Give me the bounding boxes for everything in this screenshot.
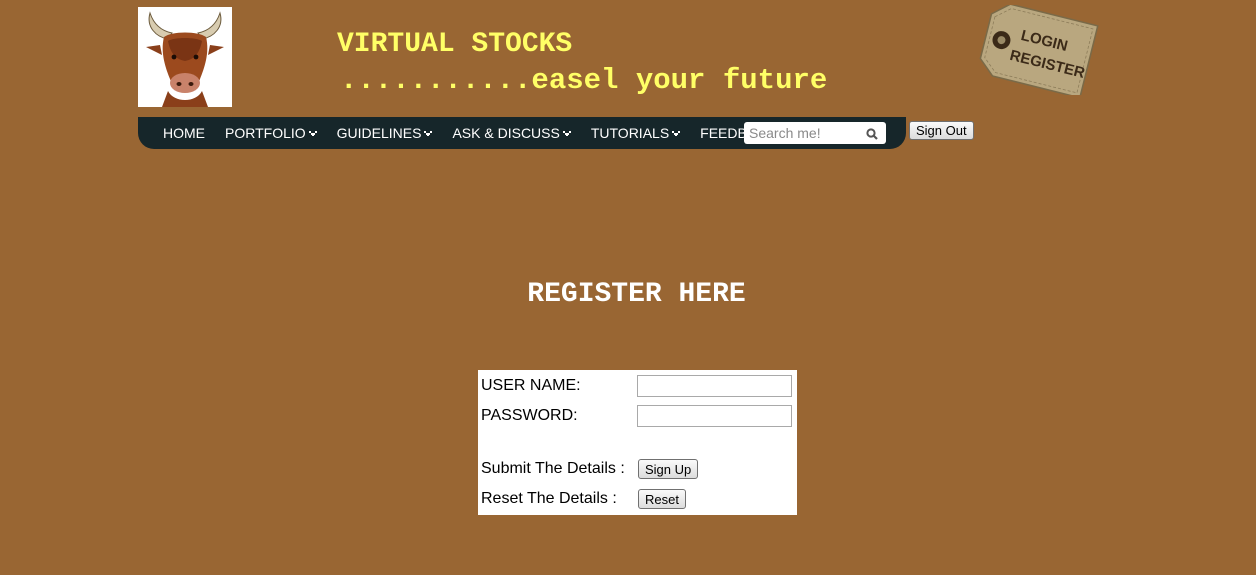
page-title: REGISTER HERE (527, 279, 746, 310)
login-register-tag[interactable]: LOGIN REGISTER (966, 3, 1100, 99)
nav-item-guidelines[interactable]: GUIDELINES (337, 125, 433, 141)
username-label: USER NAME: (481, 377, 581, 394)
nav-item-tutorials[interactable]: TUTORIALS (590, 125, 681, 141)
site-title: VIRTUAL STOCKS (337, 29, 573, 60)
main-navbar: HOME PORTFOLIO GUIDELINES ASK & DISCUSS (138, 117, 906, 149)
search-box (744, 122, 886, 144)
reset-label: Reset The Details : (481, 490, 617, 507)
nav-item-label: HOME (163, 125, 205, 141)
sign-out-button[interactable]: Sign Out (909, 121, 974, 140)
dropdown-arrow-icon (308, 130, 317, 138)
nav-item-portfolio[interactable]: PORTFOLIO (225, 125, 317, 141)
search-icon[interactable] (866, 127, 878, 140)
username-field[interactable] (637, 375, 792, 397)
password-label: PASSWORD: (481, 407, 578, 424)
password-field[interactable] (637, 405, 792, 427)
dropdown-arrow-icon (424, 130, 433, 138)
submit-label: Submit The Details : (481, 460, 625, 477)
reset-button[interactable]: Reset (638, 489, 686, 509)
nav-item-label: ASK & DISCUSS (452, 125, 560, 141)
nav-item-ask-discuss[interactable]: ASK & DISCUSS (452, 125, 571, 141)
search-input[interactable] (744, 122, 862, 144)
dropdown-arrow-icon (562, 130, 571, 138)
dropdown-arrow-icon (672, 130, 681, 138)
sign-up-button[interactable]: Sign Up (638, 459, 699, 479)
hang-tag-icon: LOGIN REGISTER (979, 3, 1099, 99)
nav-menu: HOME PORTFOLIO GUIDELINES ASK & DISCUSS (163, 117, 796, 149)
bull-head-icon[interactable] (138, 7, 232, 107)
nav-item-label: GUIDELINES (336, 125, 422, 141)
site-tagline: ...........easel your future (340, 64, 828, 97)
nav-item-home[interactable]: HOME (163, 125, 205, 141)
nav-item-label: TUTORIALS (590, 125, 670, 141)
nav-item-label: PORTFOLIO (225, 125, 306, 141)
page: VIRTUAL STOCKS ...........easel your fut… (0, 0, 1256, 575)
registration-form: USER NAME: PASSWORD: Submit The Details … (478, 370, 797, 515)
